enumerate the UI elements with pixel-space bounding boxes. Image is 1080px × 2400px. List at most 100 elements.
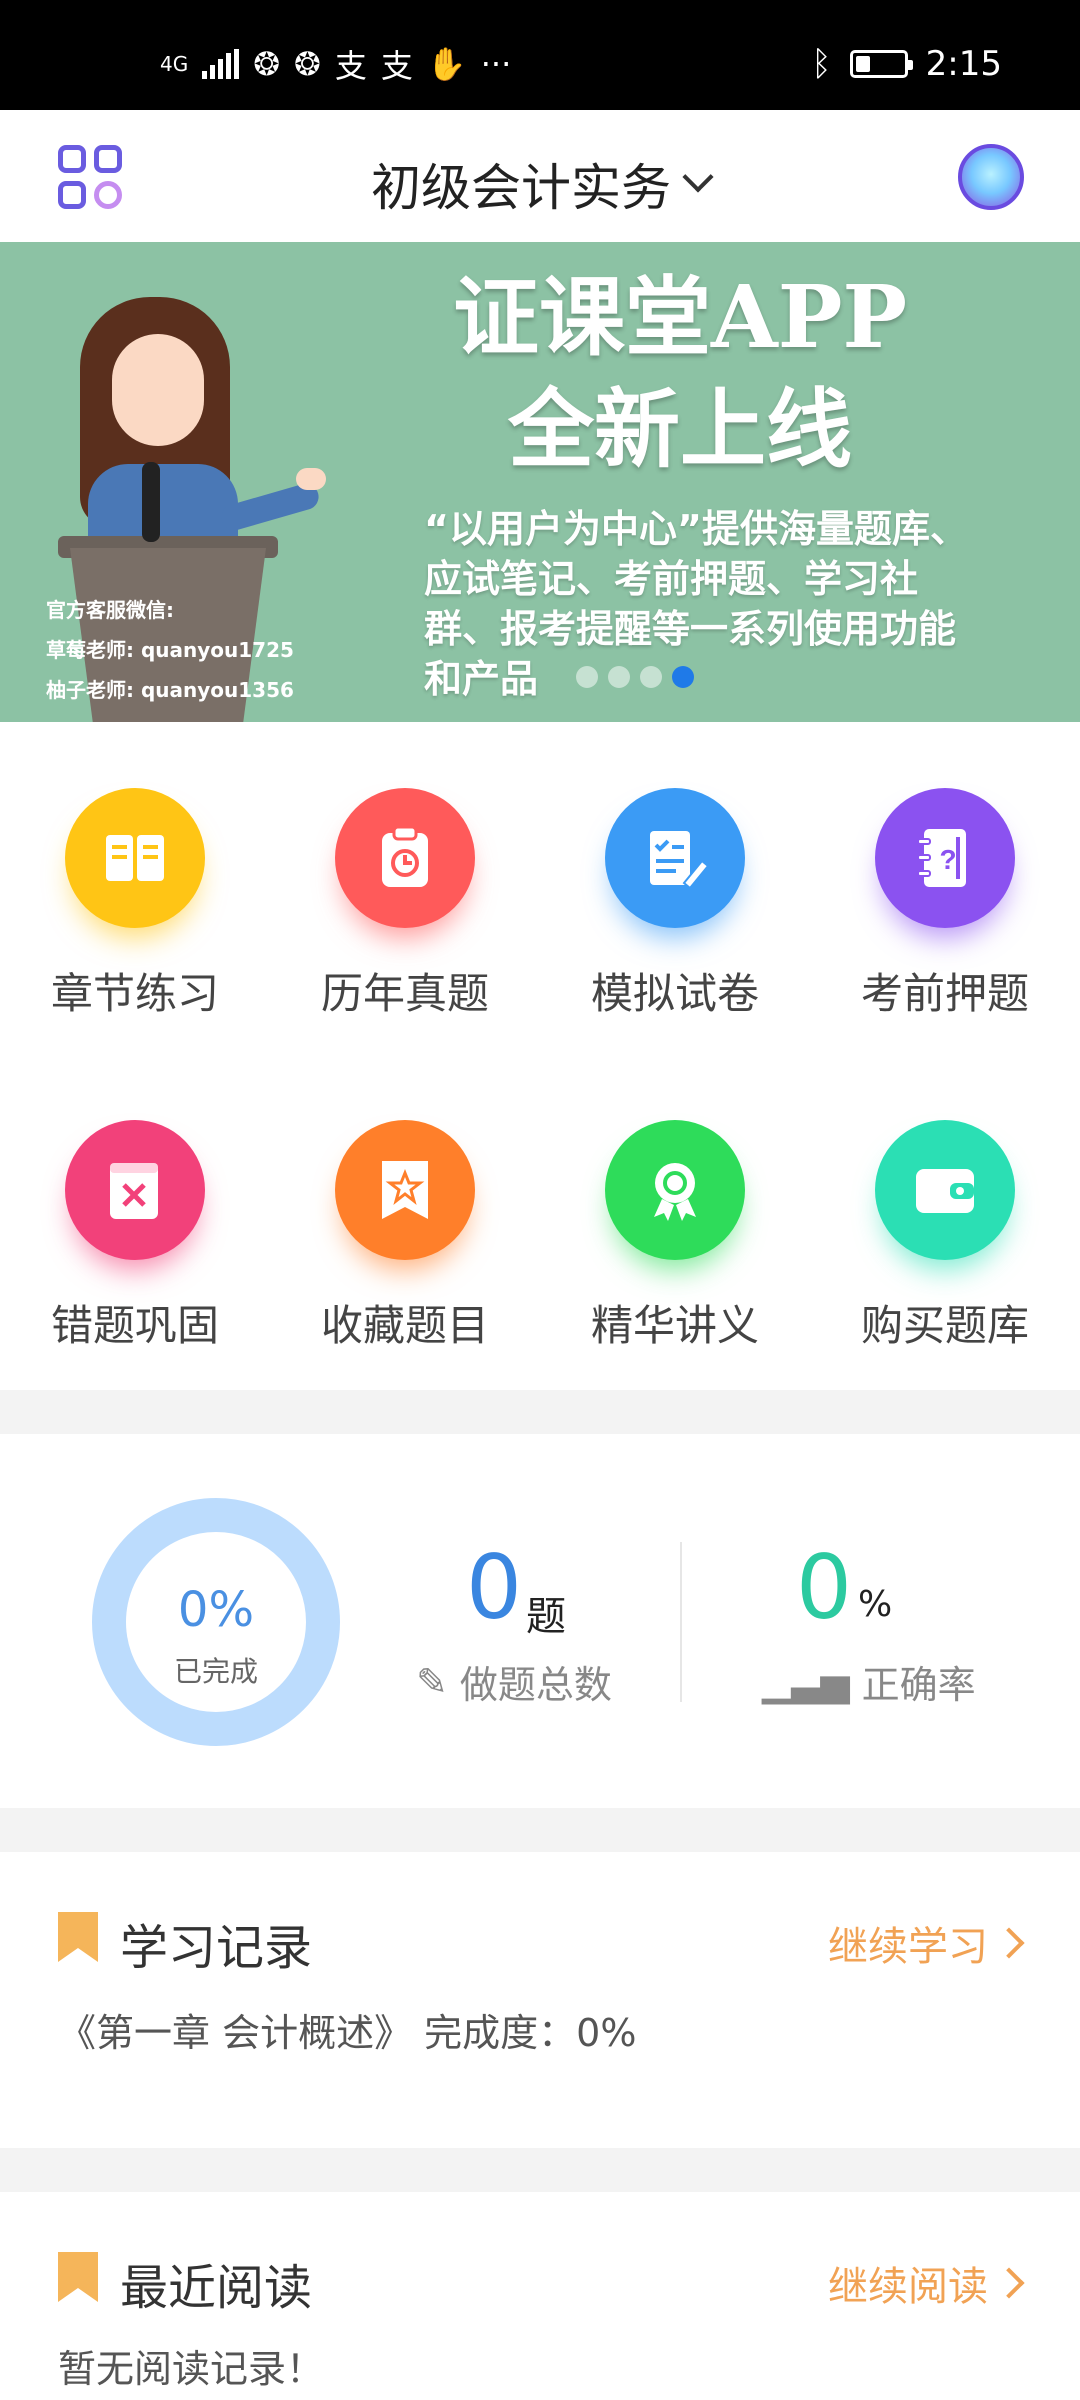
completion-ring: 0% 已完成 (92, 1498, 340, 1746)
accuracy-label-text: 正确率 (861, 1663, 976, 1707)
wrong-book-icon-glyph (100, 1155, 170, 1225)
completion-value: 0% (177, 1582, 255, 1638)
battery-fill (855, 56, 870, 72)
exam-paper-icon (605, 788, 745, 928)
recent-reading-text: 暂无阅读记录！ (58, 2347, 325, 2391)
menu-item[interactable]: 精华讲义 (540, 1120, 810, 1353)
menu-item-label: 购买题库 (860, 1301, 1029, 1350)
star-bookmark-icon (335, 1120, 475, 1260)
battery-icon (849, 50, 913, 78)
menu-item-label: 错题巩固 (50, 1301, 219, 1350)
promo-banner[interactable]: 证课堂APP 全新上线 “以用户为中心”提供海量题库、应试笔记、考前押题、学习社… (0, 242, 1080, 722)
feature-menu: 章节练习 历年真题 模拟试卷? 考前押题 错题巩固 收藏题目 精华讲义 购买题库 (0, 722, 1080, 1390)
banner-headline-2: 全新上线 (508, 379, 852, 480)
carousel-indicator (576, 666, 694, 688)
total-unit: 题 (526, 1594, 566, 1640)
menu-item[interactable]: 购买题库 (810, 1120, 1080, 1353)
alipay-icon: 支 (334, 47, 367, 85)
menu-item[interactable]: 章节练习 (0, 788, 270, 1021)
carousel-dot[interactable] (608, 666, 630, 688)
carousel-dot[interactable] (576, 666, 598, 688)
hand-icon: ✋ (426, 45, 467, 83)
status-icons-left: 4G ❂ ❂ 支 支 ✋ ··· (160, 44, 511, 85)
alipay-icon: 支 (380, 47, 413, 85)
status-icons-right: ᛒ 2:15 (811, 44, 1002, 84)
menu-item-label: 精华讲义 (590, 1301, 759, 1350)
contact-line-2: 柚子老师: quanyou1356 (46, 678, 294, 702)
subject-selector[interactable]: 初级会计实务 (0, 148, 1080, 220)
network-type: 4G (160, 52, 189, 76)
total-label: ✎ 做题总数 (416, 1654, 612, 1709)
pencil-icon: ✎ (416, 1659, 448, 1704)
chevron-down-icon (682, 161, 714, 193)
accuracy-label: ▁▃▅ 正确率 (762, 1654, 976, 1709)
menu-item[interactable]: 模拟试卷 (540, 788, 810, 1021)
recent-reading-title: 最近阅读 (120, 2260, 313, 2316)
wrong-book-icon (65, 1120, 205, 1260)
clock: 2:15 (925, 44, 1002, 84)
continue-study-button[interactable]: 继续学习 (828, 1914, 1025, 1972)
bar-chart-icon: ▁▃▅ (762, 1659, 850, 1704)
contact-line-1: 草莓老师: quanyou1725 (46, 638, 294, 662)
menu-item-label: 收藏题目 (320, 1301, 489, 1350)
book-icon (65, 788, 205, 928)
clipboard-icon (335, 788, 475, 928)
award-icon (605, 1120, 745, 1260)
banner-headline-1: 证课堂APP (452, 267, 908, 368)
continue-reading-label: 继续阅读 (828, 2264, 988, 2310)
book-icon-glyph (100, 823, 170, 893)
menu-item-label: 章节练习 (50, 969, 219, 1018)
contact-title: 官方客服微信: (46, 598, 174, 622)
menu-item-label: 模拟试卷 (590, 969, 759, 1018)
study-record-text[interactable]: 《第一章 会计概述》 完成度：0% (58, 2002, 636, 2057)
status-bar: 4G ❂ ❂ 支 支 ✋ ··· ᛒ 2:15 (0, 0, 1080, 110)
total-count: 0 (466, 1536, 522, 1639)
bluetooth-icon: ᛒ (811, 44, 832, 84)
app-notification-icon: ❂ (294, 45, 321, 83)
award-icon-glyph (640, 1155, 710, 1225)
page-title: 初级会计实务 (371, 159, 671, 217)
completion-label: 已完成 (173, 1655, 258, 1688)
app-header: 初级会计实务 (0, 110, 1080, 242)
total-label-text: 做题总数 (459, 1663, 612, 1707)
illustration-hand (296, 468, 326, 490)
app-notification-icon: ❂ (253, 45, 281, 83)
menu-item[interactable]: 错题巩固 (0, 1120, 270, 1353)
profile-avatar[interactable] (958, 144, 1024, 210)
study-record-card: 学习记录 继续学习 《第一章 会计概述》 完成度：0% (0, 1852, 1080, 2148)
notebook-question-icon: ? (875, 788, 1015, 928)
accuracy-unit: % (858, 1584, 893, 1625)
notebook-question-icon-glyph: ? (910, 823, 980, 893)
menu-item-label: 考前押题 (860, 969, 1029, 1018)
continue-study-label: 继续学习 (828, 1924, 988, 1970)
microphone-icon (142, 462, 160, 542)
section-divider (0, 1808, 1080, 1852)
banner-contact: 官方客服微信: 草莓老师: quanyou1725 柚子老师: quanyou1… (46, 590, 294, 710)
carousel-dot[interactable] (640, 666, 662, 688)
menu-item-label: 历年真题 (320, 969, 489, 1018)
banner-description: “以用户为中心”提供海量题库、应试笔记、考前押题、学习社群、报考提醒等一系列使用… (424, 507, 968, 701)
menu-item[interactable]: ? 考前押题 (810, 788, 1080, 1021)
chevron-right-icon (993, 1927, 1025, 1959)
exam-paper-icon-glyph (640, 823, 710, 893)
chevron-right-icon (993, 2267, 1025, 2299)
stats-divider (680, 1542, 682, 1702)
bookmark-icon (58, 2252, 98, 2302)
menu-item[interactable]: 收藏题目 (270, 1120, 540, 1353)
continue-reading-button[interactable]: 继续阅读 (828, 2254, 1025, 2312)
bookmark-icon (58, 1912, 98, 1962)
carousel-dot-active[interactable] (672, 666, 694, 688)
svg-text:?: ? (939, 844, 956, 875)
wallet-icon (875, 1120, 1015, 1260)
section-divider (0, 2148, 1080, 2192)
study-record-title: 学习记录 (120, 1920, 313, 1976)
stats-panel: 0% 已完成 0 题 ✎ 做题总数 0 % ▁▃▅ 正确率 (0, 1434, 1080, 1808)
clipboard-icon-glyph (370, 823, 440, 893)
banner-headline: 证课堂APP 全新上线 (440, 262, 920, 486)
star-bookmark-icon-glyph (370, 1155, 440, 1225)
signal-icon (202, 49, 240, 79)
menu-item[interactable]: 历年真题 (270, 788, 540, 1021)
wallet-icon-glyph (910, 1155, 980, 1225)
accuracy-value: 0 (796, 1536, 852, 1639)
illustration-face (112, 334, 204, 446)
